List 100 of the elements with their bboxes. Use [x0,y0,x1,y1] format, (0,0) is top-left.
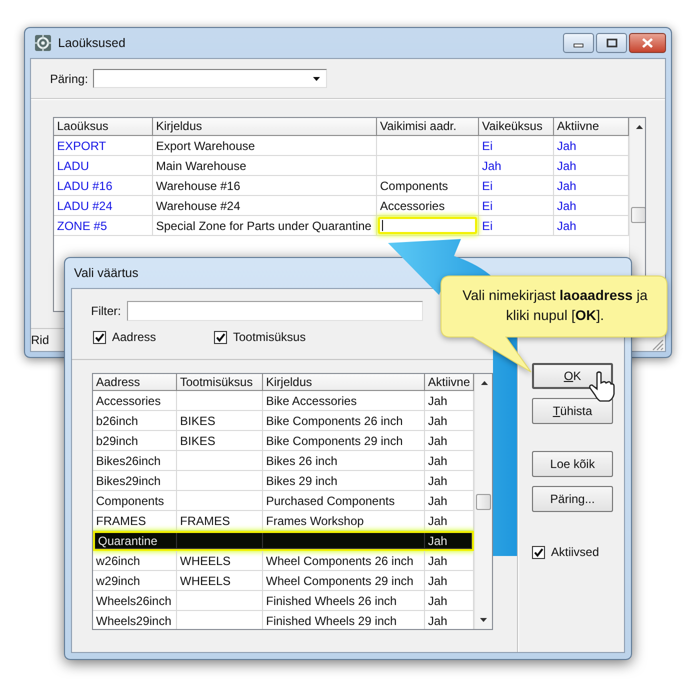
table-cell[interactable]: Ei [479,176,554,196]
dialog-title: Vali väärtus [74,266,138,280]
table-cell[interactable]: Ei [479,196,554,216]
table-row[interactable]: Quarantine Jah [93,531,474,551]
table-cell: Purchased Components [263,491,425,511]
column-header[interactable]: Vaikimisi aadr. [377,118,479,136]
table-cell: Special Zone for Parts under Quarantine [153,216,377,236]
filter-field[interactable] [127,301,423,321]
table-cell[interactable]: ZONE #5 [54,216,153,236]
input-field[interactable] [378,217,477,234]
table-cell: BIKES [177,411,263,431]
table-cell: Main Warehouse [153,156,377,176]
table-row[interactable]: Bikes29inch Bikes 29 inch Jah [93,471,474,491]
maximize-button[interactable] [596,33,627,53]
table-cell: Bikes29inch [93,471,177,491]
checkbox-label[interactable]: Aktiivsed [551,545,600,559]
column-header[interactable]: Kirjeldus [153,118,377,136]
table-row[interactable]: w29inch WHEELS Wheel Components 29 inch Jah [93,571,474,591]
table-cell: BIKES [177,431,263,451]
scroll-up-icon[interactable] [480,380,488,386]
table-cell: Wheels26inch [93,591,177,611]
table-cell: Export Warehouse [153,136,377,156]
table-cell: b26inch [93,411,177,431]
table-row[interactable]: b26inch BIKES Bike Components 26 inch Jah [93,411,474,431]
table-row[interactable]: Components Purchased Components Jah [93,491,474,511]
column-header[interactable]: Aktiivne [425,374,474,391]
table-row[interactable]: LADU #16 Warehouse #16 Components Ei Jah [54,176,629,196]
table-cell: Bike Components 26 inch [263,411,425,431]
close-button[interactable] [629,33,666,53]
table-cell: Components [377,176,479,196]
checkbox[interactable] [532,546,545,558]
table-row[interactable]: w26inch WHEELS Wheel Components 26 inch Jah [93,551,474,571]
table-cell: w26inch [93,551,177,571]
table-cell[interactable]: LADU #16 [54,176,153,196]
table-cell: WHEELS [177,571,263,591]
table-cell: Quarantine [95,533,177,549]
query-dropdown[interactable] [93,69,328,88]
field-label: Päring: [50,72,88,86]
table-row[interactable]: Accessories Bike Accessories Jah [93,391,474,411]
table-cell: Wheel Components 29 inch [263,571,425,591]
table-cell: Finished Wheels 29 inch [263,611,425,629]
status-text: Rid [31,333,50,347]
table-cell: Warehouse #16 [153,176,377,196]
table-cell[interactable]: LADU [54,156,153,176]
checkbox-label[interactable]: Aadress [112,330,156,344]
checkbox[interactable] [93,330,106,344]
column-header[interactable]: Laoüksus [54,118,153,136]
table-cell: Components [93,491,177,511]
table-cell[interactable]: EXPORT [54,136,153,156]
table-cell: Bikes26inch [93,451,177,471]
table-cell: b29inch [93,431,177,451]
table-row[interactable]: LADU #24 Warehouse #24 Accessories Ei Jah [54,196,629,216]
hand-cursor-icon [588,371,616,403]
checkbox-label[interactable]: Tootmisüksus [233,330,306,344]
table-cell[interactable]: Ei [479,216,554,236]
scroll-down-icon[interactable] [479,617,488,623]
window-title: Laoüksused [58,36,126,50]
resize-grip-icon[interactable] [650,337,664,351]
table-cell: Jah [425,533,472,549]
checkbox[interactable] [214,330,227,344]
table-row[interactable]: b29inch BIKES Bike Components 29 inch Jah [93,431,474,451]
column-header[interactable]: Aadress [93,374,177,391]
table-cell: Bike Components 29 inch [263,431,425,451]
table-row[interactable]: EXPORT Export Warehouse Ei Jah [54,136,629,156]
scroll-thumb[interactable] [631,207,645,223]
table-row[interactable]: ZONE #5 Special Zone for Parts under Quarantine Ei Jah [54,216,629,236]
table-cell: Accessories [93,391,177,411]
close-icon [641,38,654,48]
table-row[interactable]: Bikes26inch Bikes 26 inch Jah [93,451,474,471]
table-cell: Warehouse #24 [153,196,377,216]
scroll-up-icon[interactable] [634,124,644,130]
table-cell: WHEELS [177,551,263,571]
table-row[interactable]: LADU Main Warehouse Jah Jah [54,156,629,176]
table-cell: Bikes 26 inch [263,451,425,471]
column-header[interactable]: Vaikeüksus [479,118,554,136]
caret-icon [312,76,322,82]
table-cell: Accessories [377,196,479,216]
table-cell: Wheel Components 26 inch [263,551,425,571]
scroll-thumb[interactable] [476,494,491,510]
dialog-button[interactable]: Tühista [532,398,613,424]
app-icon [34,34,52,52]
column-header[interactable]: Tootmisüksus [177,374,263,391]
table-cell[interactable]: Ei [479,136,554,156]
dialog-button[interactable]: Loe kõik [532,451,613,477]
column-header[interactable]: Kirjeldus [263,374,425,391]
table-cell: w29inch [93,571,177,591]
maximize-icon [606,38,618,48]
table-cell: Bike Accessories [263,391,425,411]
dialog-button[interactable]: Päring... [532,486,613,512]
table-cell[interactable]: LADU #24 [54,196,153,216]
callout-text: Vali nimekirjast laoaadress ja kliki nupul [OK]. [462,286,648,325]
scrollbar[interactable] [474,374,492,629]
table-cell: Wheels29inch [93,611,177,629]
field-label: Filter: [91,304,121,318]
table-row[interactable]: Wheels26inch Finished Wheels 26 inch Jah [93,591,474,611]
table-cell[interactable]: Jah [479,156,554,176]
table-cell: Bikes 29 inch [263,471,425,491]
column-header[interactable]: Aktiivne [554,118,629,136]
table-cell: Finished Wheels 26 inch [263,591,425,611]
minimize-button[interactable] [563,33,594,53]
